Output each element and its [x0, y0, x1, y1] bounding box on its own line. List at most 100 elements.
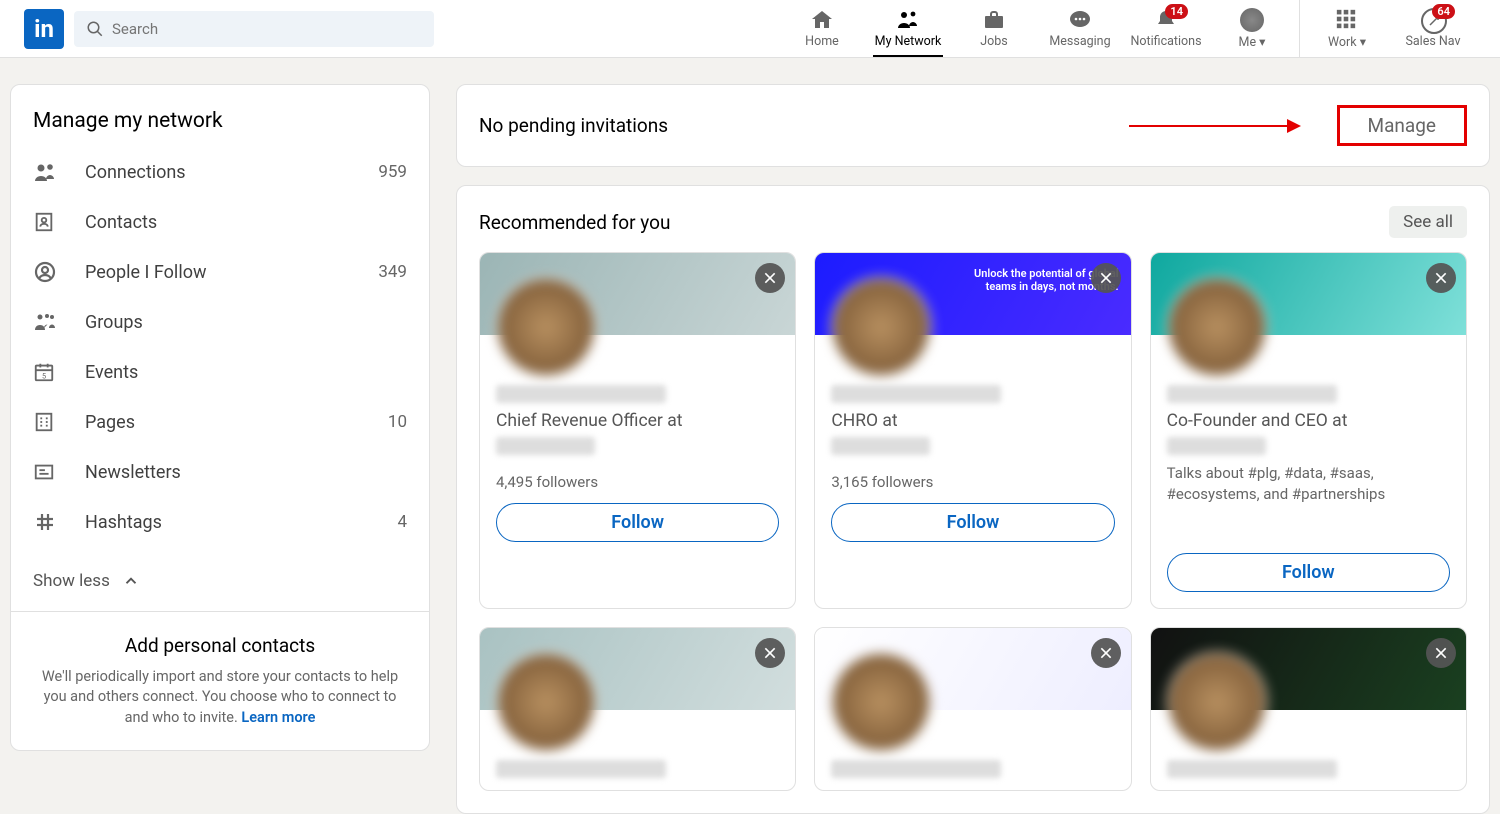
sidebar-item-label: Contacts [85, 212, 157, 233]
sidebar-item-connections[interactable]: Connections959 [33, 147, 407, 197]
sidebar-item-pages[interactable]: Pages 10 [33, 397, 407, 447]
follower-count: 4,495 followers [496, 473, 779, 491]
sidebar-item-label: Newsletters [85, 462, 181, 483]
sidebar-item-count: 10 [388, 412, 407, 432]
nav-home[interactable]: Home [779, 0, 865, 57]
person-card[interactable] [1150, 627, 1467, 791]
person-headline: CHRO at [831, 411, 1114, 431]
person-avatar [831, 652, 931, 752]
close-icon [762, 270, 778, 286]
bell-icon: 14 [1154, 8, 1178, 32]
annotation-arrow [1129, 125, 1299, 127]
sidebar-item-events[interactable]: 5 Events [33, 347, 407, 397]
search-icon [86, 20, 104, 38]
person-headline: Co-Founder and CEO at [1167, 411, 1450, 431]
person-card[interactable] [479, 627, 796, 791]
top-nav: in Home My Network Jobs Messaging 14 Not… [0, 0, 1500, 58]
person-name-blurred [496, 385, 666, 403]
person-avatar [831, 277, 931, 377]
follow-button[interactable]: Follow [496, 503, 779, 542]
dismiss-button[interactable] [1091, 263, 1121, 293]
events-icon: 5 [33, 361, 63, 383]
sidebar-item-label: People I Follow [85, 262, 206, 283]
person-talks-about: Talks about #plg, #data, #saas, #ecosyst… [1167, 463, 1450, 505]
search-box[interactable] [74, 11, 434, 47]
avatar-icon [1240, 8, 1264, 32]
sidebar-item-people-i-follow[interactable]: People I Follow349 [33, 247, 407, 297]
person-name-blurred [496, 760, 666, 778]
sidebar-item-newsletters[interactable]: Newsletters [33, 447, 407, 497]
recommended-title: Recommended for you [479, 211, 670, 234]
contacts-title: Add personal contacts [33, 634, 407, 657]
person-avatar [1167, 652, 1267, 752]
close-icon [1098, 645, 1114, 661]
briefcase-icon [982, 8, 1006, 32]
nav-notifications[interactable]: 14 Notifications [1123, 0, 1209, 57]
close-icon [1433, 645, 1449, 661]
hashtags-icon [33, 510, 63, 534]
person-card[interactable] [814, 627, 1131, 791]
notification-badge: 14 [1165, 4, 1188, 19]
manage-button[interactable]: Manage [1337, 105, 1468, 146]
person-card[interactable]: Unlock the potential of global teams in … [814, 252, 1131, 609]
sidebar-item-count: 4 [397, 512, 407, 532]
newsletters-icon [33, 461, 63, 483]
dismiss-button[interactable] [1426, 638, 1456, 668]
close-icon [1433, 270, 1449, 286]
groups-icon [33, 310, 63, 334]
invitations-bar: No pending invitations Manage [456, 84, 1490, 167]
person-avatar [1167, 277, 1267, 377]
person-name-blurred [1167, 760, 1337, 778]
sidebar-item-count: 959 [378, 162, 407, 182]
search-input[interactable] [112, 20, 422, 38]
nav-sales[interactable]: 64 Sales Nav [1390, 0, 1476, 57]
people-icon [896, 8, 920, 32]
dismiss-button[interactable] [1426, 263, 1456, 293]
person-avatar [496, 652, 596, 752]
person-name-blurred [831, 760, 1001, 778]
add-contacts-panel: Add personal contacts We'll periodically… [11, 611, 429, 750]
nav-work[interactable]: Work ▾ [1304, 0, 1390, 57]
close-icon [762, 645, 778, 661]
sidebar-item-label: Groups [85, 312, 143, 333]
person-avatar [496, 277, 596, 377]
sidebar-item-groups[interactable]: Groups [33, 297, 407, 347]
people-follow-icon [33, 260, 63, 284]
sidebar-item-label: Pages [85, 412, 135, 433]
chevron-up-icon [122, 572, 140, 590]
follow-button[interactable]: Follow [1167, 553, 1450, 592]
sidebar-title: Manage my network [11, 85, 429, 143]
contacts-icon [33, 211, 63, 233]
person-name-blurred [1167, 385, 1337, 403]
connections-icon [33, 160, 63, 184]
follower-count: 3,165 followers [831, 473, 1114, 491]
show-less-toggle[interactable]: Show less [11, 561, 429, 611]
close-icon [1098, 270, 1114, 286]
sidebar-item-hashtags[interactable]: Hashtags 4 [33, 497, 407, 547]
sales-badge: 64 [1432, 4, 1455, 19]
nav-me[interactable]: Me ▾ [1209, 0, 1295, 57]
see-all-button[interactable]: See all [1389, 206, 1467, 238]
home-icon [810, 8, 834, 32]
recommended-panel: Recommended for you See all Chief Revenu… [456, 185, 1490, 814]
pages-icon [33, 411, 63, 433]
nav-jobs[interactable]: Jobs [951, 0, 1037, 57]
svg-text:5: 5 [42, 371, 46, 380]
message-icon [1068, 8, 1092, 32]
nav-network[interactable]: My Network [865, 0, 951, 57]
sidebar-item-label: Events [85, 362, 138, 383]
nav-messaging[interactable]: Messaging [1037, 0, 1123, 57]
person-name-blurred [831, 385, 1001, 403]
person-card[interactable]: Chief Revenue Officer at 4,495 followers F… [479, 252, 796, 609]
learn-more-link[interactable]: Learn more [241, 709, 315, 726]
person-headline: Chief Revenue Officer at [496, 411, 779, 431]
grid-icon [1335, 8, 1359, 32]
invitations-text: No pending invitations [479, 114, 668, 137]
dismiss-button[interactable] [1091, 638, 1121, 668]
target-icon: 64 [1421, 8, 1445, 32]
sidebar-item-contacts[interactable]: Contacts [33, 197, 407, 247]
linkedin-logo[interactable]: in [24, 9, 64, 49]
sidebar-item-label: Hashtags [85, 512, 162, 533]
person-card[interactable]: Co-Founder and CEO at Talks about #plg, #… [1150, 252, 1467, 609]
follow-button[interactable]: Follow [831, 503, 1114, 542]
